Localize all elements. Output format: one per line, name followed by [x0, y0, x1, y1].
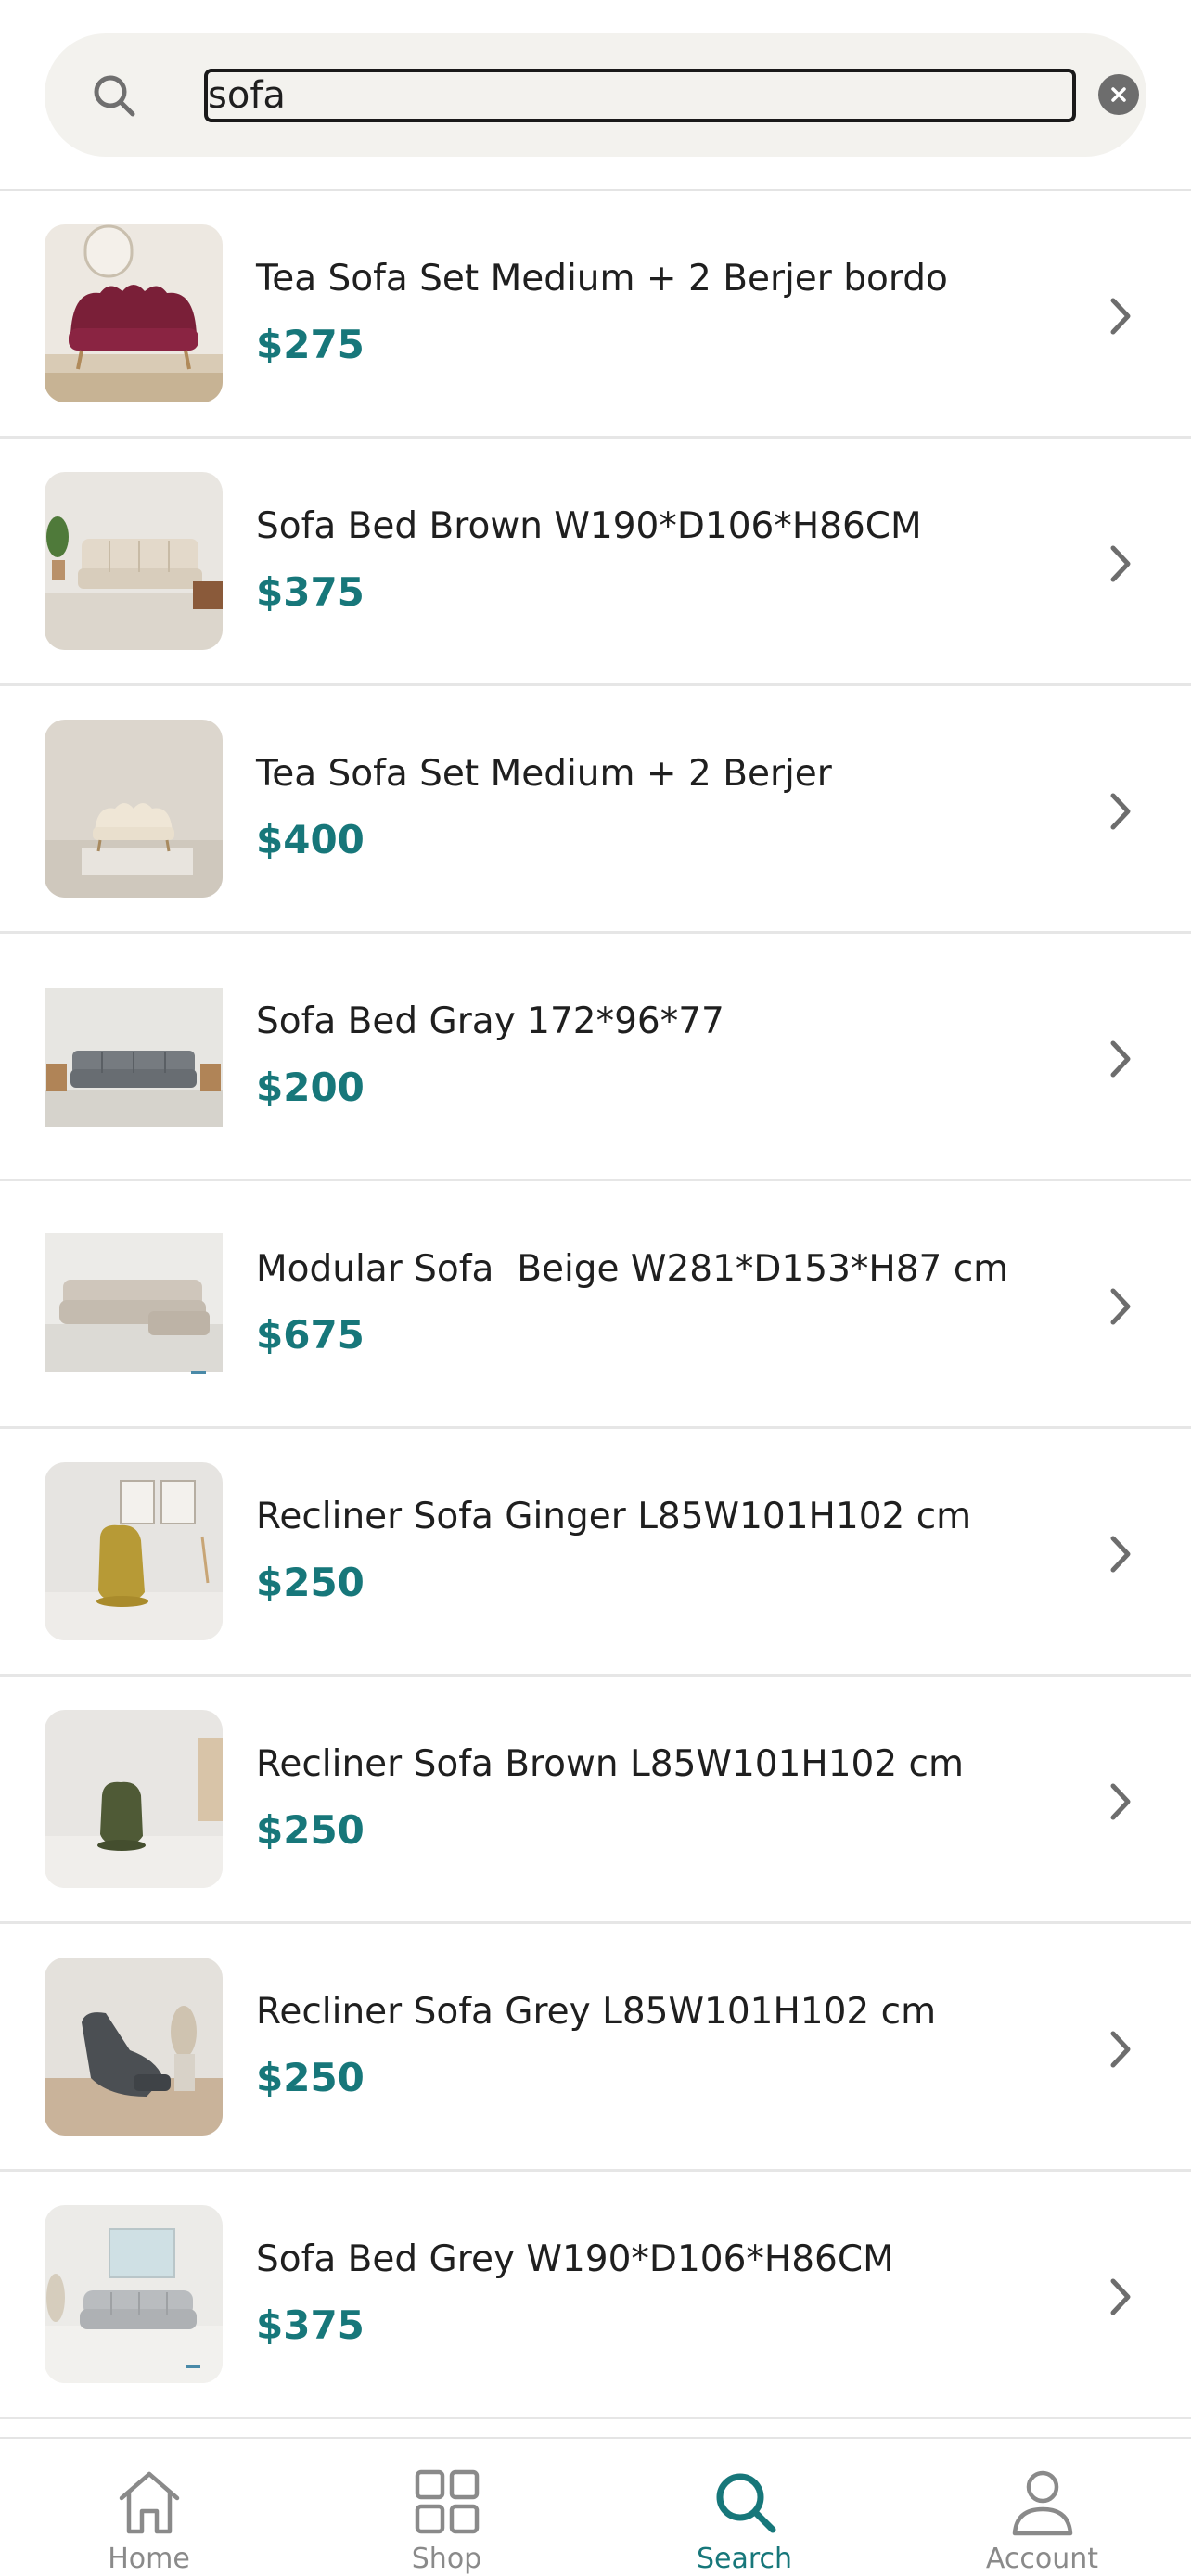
- chevron-right-icon: [1110, 2031, 1131, 2068]
- search-icon: [716, 2473, 775, 2533]
- search-header: [0, 0, 1191, 191]
- clear-search-button[interactable]: [1098, 74, 1139, 115]
- product-thumbnail: [45, 720, 223, 898]
- chevron-right-icon: [1110, 298, 1131, 335]
- product-thumbnail: [45, 1215, 223, 1393]
- bottom-tab-bar: Home Shop Search Account: [0, 2437, 1191, 2576]
- product-title: Recliner Sofa Brown L85W101H102 cm: [256, 1743, 964, 1785]
- product-price: $250: [256, 1560, 365, 1605]
- list-item[interactable]: Tea Sofa Set Medium + 2 Berjer bordo $27…: [0, 191, 1191, 439]
- tab-home[interactable]: Home: [0, 2439, 298, 2576]
- home-icon: [119, 2471, 179, 2534]
- tab-search[interactable]: Search: [596, 2439, 893, 2576]
- tab-label: Account: [985, 2543, 1099, 2575]
- product-price: $275: [256, 322, 365, 367]
- product-thumbnail: [45, 2205, 223, 2383]
- product-title: Recliner Sofa Grey L85W101H102 cm: [256, 1991, 937, 2033]
- search-bar[interactable]: [45, 33, 1146, 157]
- search-screen: Tea Sofa Set Medium + 2 Berjer bordo $27…: [0, 0, 1191, 2576]
- list-item[interactable]: Sofa Bed Brown W190*D106*H86CM $375: [0, 439, 1191, 686]
- product-title: Sofa Bed Brown W190*D106*H86CM: [256, 505, 922, 547]
- chevron-right-icon: [1110, 545, 1131, 582]
- chevron-right-icon: [1110, 2278, 1131, 2315]
- product-thumbnail: [45, 1710, 223, 1888]
- product-price: $250: [256, 1807, 365, 1853]
- product-price: $250: [256, 2055, 365, 2100]
- search-results-list: Tea Sofa Set Medium + 2 Berjer bordo $27…: [0, 191, 1191, 2419]
- list-item[interactable]: Recliner Sofa Grey L85W101H102 cm $250: [0, 1924, 1191, 2172]
- product-title: Sofa Bed Gray 172*96*77: [256, 1001, 724, 1042]
- chevron-right-icon: [1110, 1536, 1131, 1573]
- list-item[interactable]: Recliner Sofa Brown L85W101H102 cm $250: [0, 1677, 1191, 1924]
- list-item[interactable]: Sofa Bed Gray 172*96*77 $200: [0, 934, 1191, 1181]
- list-item[interactable]: Recliner Sofa Ginger L85W101H102 cm $250: [0, 1429, 1191, 1677]
- chevron-right-icon: [1110, 1783, 1131, 1820]
- grid-icon: [415, 2469, 479, 2534]
- list-item[interactable]: Tea Sofa Set Medium + 2 Berjer $400: [0, 686, 1191, 934]
- product-thumbnail: [45, 1958, 223, 2136]
- chevron-right-icon: [1110, 793, 1131, 830]
- tab-account[interactable]: Account: [893, 2439, 1191, 2576]
- product-thumbnail: [45, 967, 223, 1145]
- product-price: $375: [256, 2302, 365, 2348]
- product-price: $200: [256, 1065, 365, 1110]
- chevron-right-icon: [1110, 1040, 1131, 1078]
- product-thumbnail: [45, 1462, 223, 1640]
- list-item[interactable]: Modular Sofa Beige W281*D153*H87 cm $675: [0, 1181, 1191, 1429]
- product-title: Modular Sofa Beige W281*D153*H87 cm: [256, 1248, 1009, 1290]
- product-price: $375: [256, 569, 365, 615]
- search-icon: [94, 75, 135, 117]
- close-icon: [1111, 87, 1126, 102]
- product-title: Tea Sofa Set Medium + 2 Berjer bordo: [256, 258, 948, 300]
- product-title: Sofa Bed Grey W190*D106*H86CM: [256, 2238, 894, 2280]
- tab-label: Home: [108, 2543, 190, 2575]
- person-icon: [1012, 2470, 1072, 2536]
- list-item[interactable]: Sofa Bed Grey W190*D106*H86CM $375: [0, 2172, 1191, 2419]
- product-price: $675: [256, 1312, 365, 1358]
- tab-shop[interactable]: Shop: [298, 2439, 596, 2576]
- product-thumbnail: [45, 472, 223, 650]
- tab-label: Search: [696, 2543, 793, 2575]
- chevron-right-icon: [1110, 1288, 1131, 1325]
- search-input[interactable]: [204, 69, 1076, 122]
- product-title: Tea Sofa Set Medium + 2 Berjer: [256, 753, 832, 795]
- product-price: $400: [256, 817, 365, 862]
- product-title: Recliner Sofa Ginger L85W101H102 cm: [256, 1496, 972, 1537]
- tab-label: Shop: [411, 2543, 482, 2575]
- product-thumbnail: [45, 224, 223, 402]
